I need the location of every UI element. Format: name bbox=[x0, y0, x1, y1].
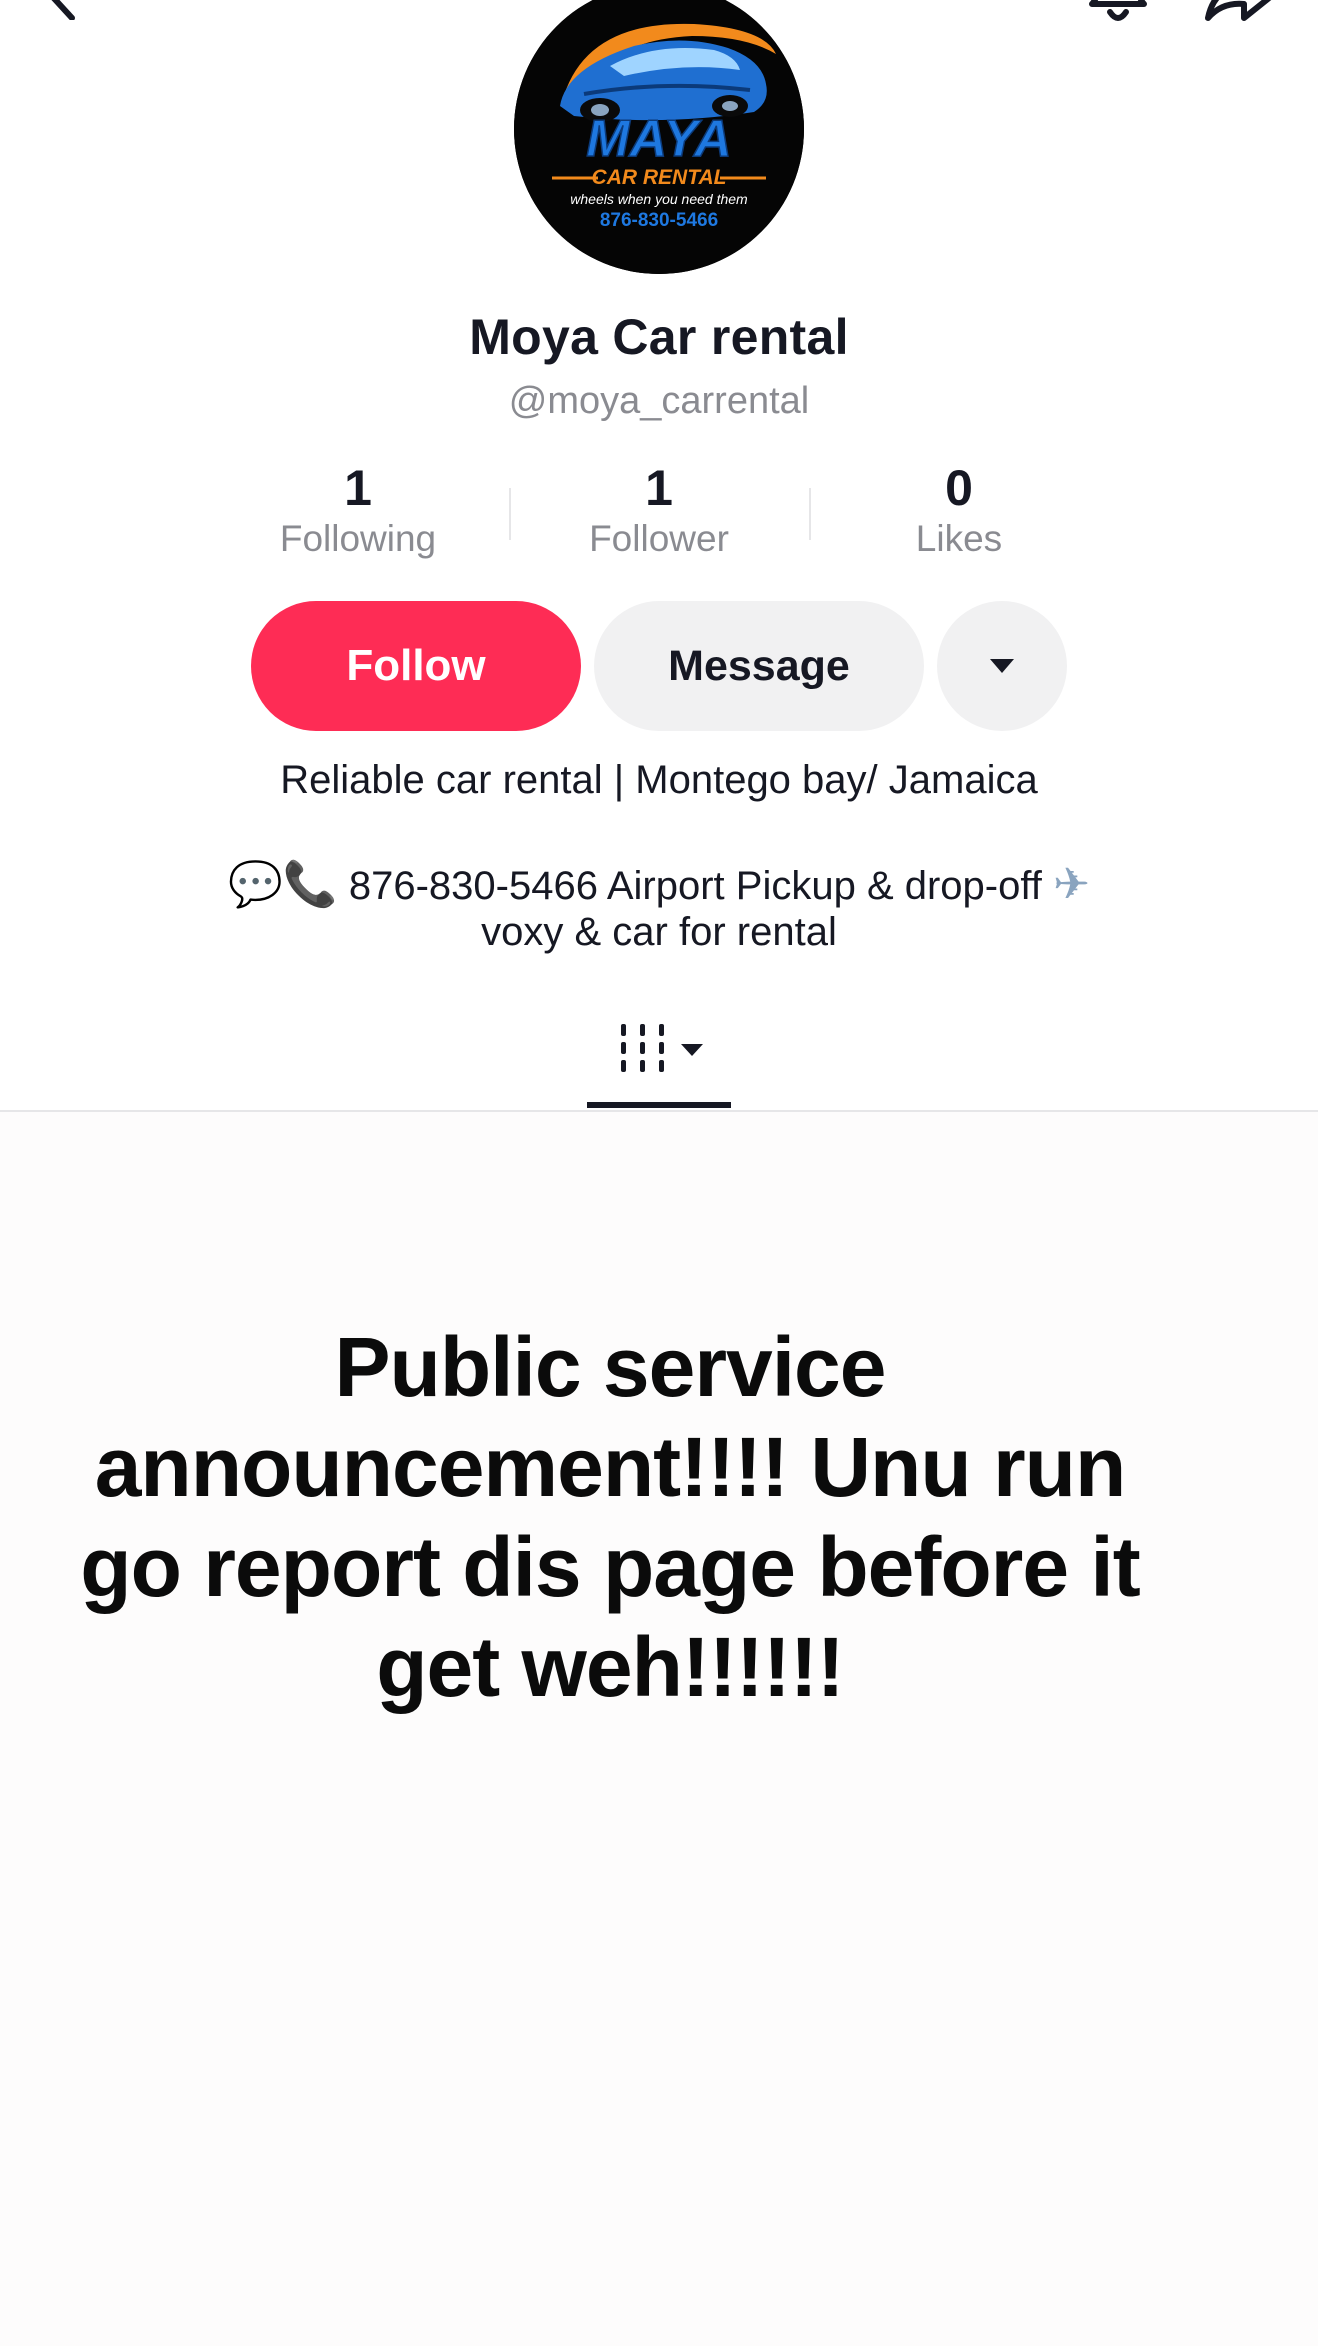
airplane-icon: ✈ bbox=[1052, 859, 1090, 910]
display-name: Moya Car rental bbox=[469, 309, 849, 365]
post-caption-text: Public service announcement!!!! Unu run … bbox=[80, 1320, 1140, 1714]
bio-line: Reliable car rental | Montego bay/ Jamai… bbox=[280, 758, 1038, 802]
profile-page: MAYA CAR RENTAL wheels when you need the… bbox=[0, 0, 1318, 2346]
stat-divider bbox=[509, 488, 511, 540]
logo-brand-name: MAYA bbox=[586, 110, 731, 168]
stat-followers[interactable]: 1 Follower bbox=[529, 460, 789, 562]
brand-logo: MAYA CAR RENTAL wheels when you need the… bbox=[514, 0, 804, 274]
logo-tagline: wheels when you need them bbox=[570, 191, 748, 207]
phone-icon: 📞 bbox=[282, 859, 338, 910]
grid-columns-icon bbox=[621, 1024, 664, 1072]
bio-contact-line: 💬📞 876-830-5466 Airport Pickup & drop-of… bbox=[0, 858, 1318, 910]
stat-divider bbox=[809, 488, 811, 540]
caret-down-icon[interactable] bbox=[679, 1042, 705, 1058]
logo-phone: 876-830-5466 bbox=[600, 210, 718, 231]
speech-bubble-icon: 💬 bbox=[228, 859, 283, 910]
suggested-accounts-button[interactable] bbox=[937, 601, 1067, 731]
bell-icon[interactable] bbox=[1082, 0, 1154, 26]
following-count: 1 bbox=[344, 460, 372, 516]
tab-active-indicator bbox=[587, 1102, 731, 1108]
stat-likes[interactable]: 0 Likes bbox=[829, 460, 1089, 562]
chevron-left-icon[interactable] bbox=[30, 0, 90, 20]
video-post[interactable]: Public service announcement!!!! Unu run … bbox=[0, 1112, 1318, 2346]
avatar[interactable]: MAYA CAR RENTAL wheels when you need the… bbox=[514, 0, 804, 274]
likes-label: Likes bbox=[915, 518, 1003, 559]
tab-videos[interactable] bbox=[587, 1000, 731, 1108]
caret-down-icon bbox=[990, 659, 1014, 673]
username-handle: @moya_carrental bbox=[508, 380, 810, 422]
following-label: Following bbox=[279, 518, 437, 559]
follower-count: 1 bbox=[645, 460, 673, 516]
share-icon[interactable] bbox=[1200, 0, 1280, 26]
bio-line: voxy & car for rental bbox=[481, 910, 837, 954]
bio-contact-text: 876-830-5466 Airport Pickup & drop-off bbox=[337, 864, 1053, 908]
follow-button[interactable]: Follow bbox=[251, 601, 581, 731]
follower-label: Follower bbox=[589, 518, 729, 559]
likes-count: 0 bbox=[945, 460, 973, 516]
logo-subtitle: CAR RENTAL bbox=[592, 166, 727, 189]
message-button[interactable]: Message bbox=[594, 601, 924, 731]
stat-following[interactable]: 1 Following bbox=[228, 460, 488, 562]
